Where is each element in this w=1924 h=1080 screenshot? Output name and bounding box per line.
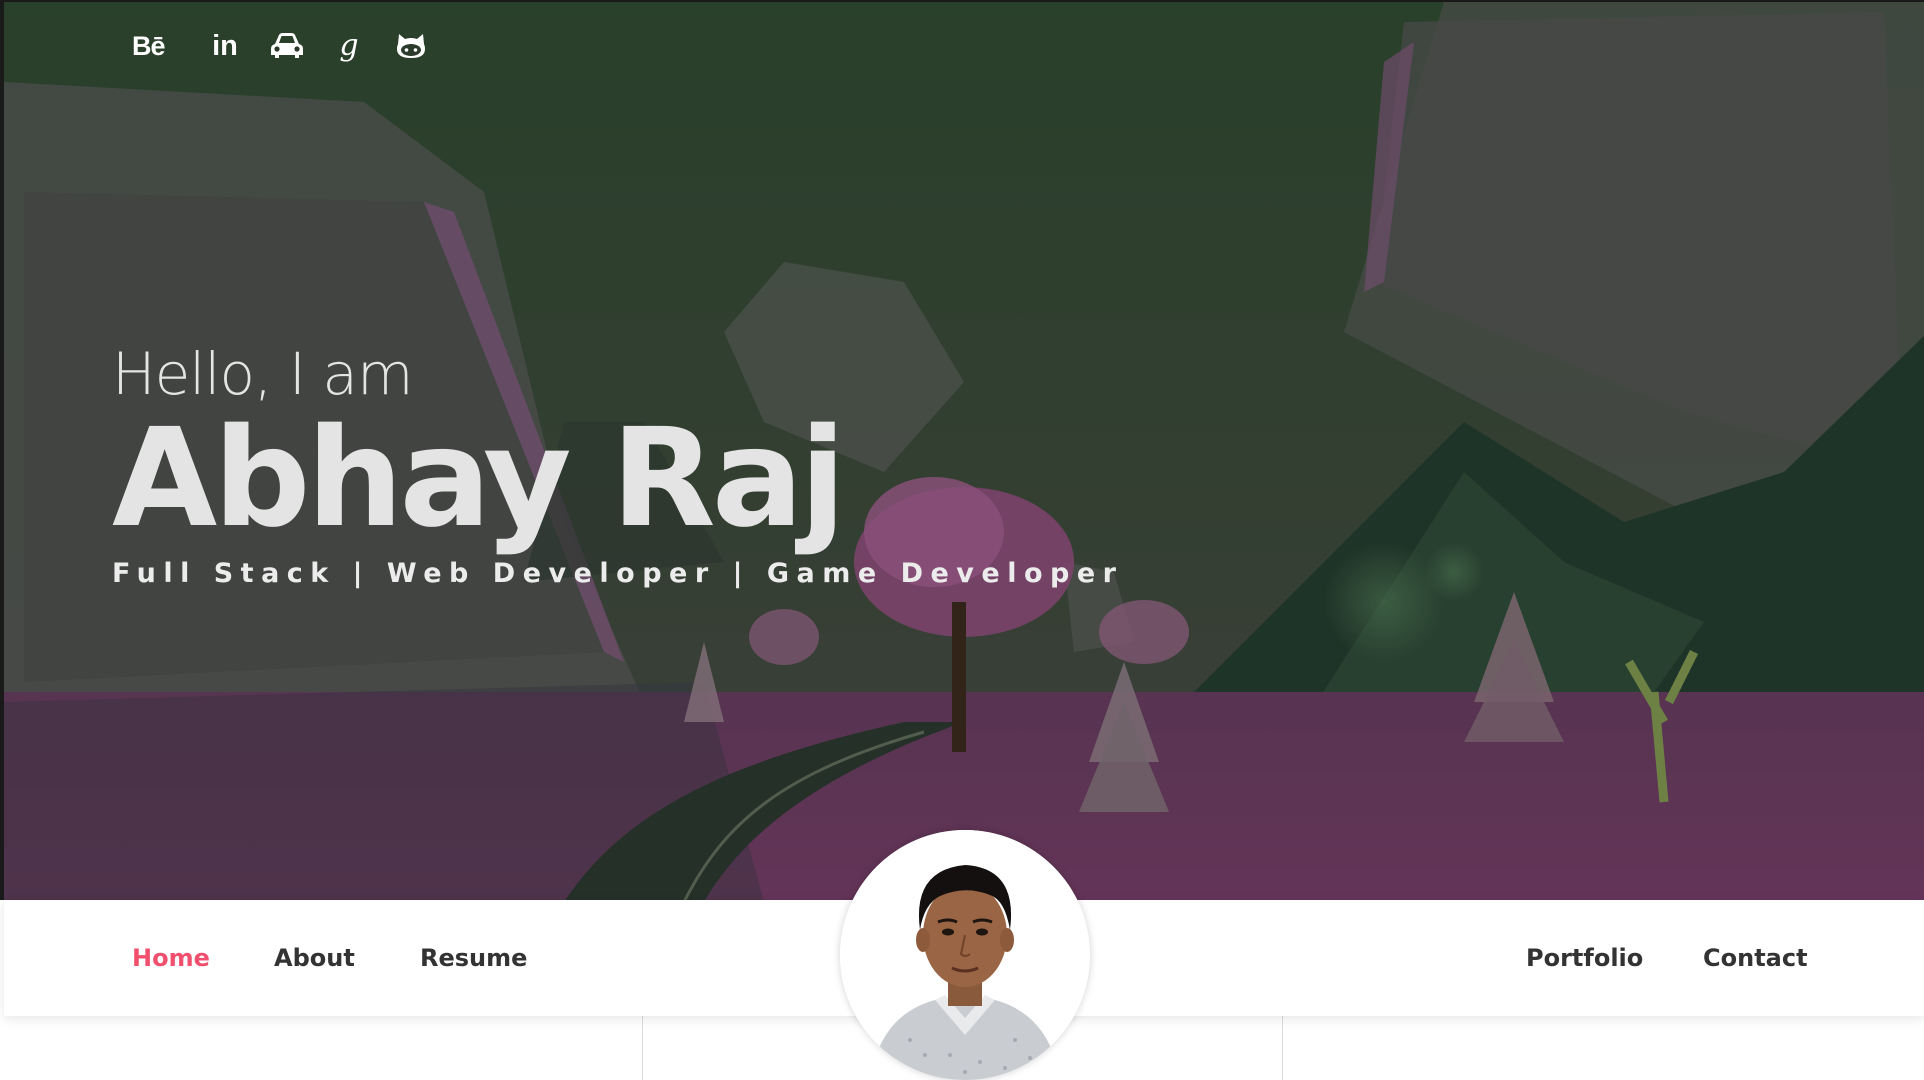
nav-about[interactable]: About — [274, 900, 355, 1016]
nav-home[interactable]: Home — [132, 900, 210, 1016]
nav-contact[interactable]: Contact — [1703, 900, 1808, 1016]
hero-section: Bē in g Hello, I am Abhay Raj Full Stack… — [0, 0, 1924, 900]
behance-icon: Bē — [132, 30, 166, 61]
linkedin-icon: in — [212, 29, 238, 62]
github-icon — [396, 33, 426, 59]
nav-resume[interactable]: Resume — [420, 900, 527, 1016]
profile-photo — [840, 830, 1090, 1080]
linkedin-link[interactable]: in — [194, 28, 256, 64]
profile-avatar[interactable] — [840, 830, 1090, 1080]
car-icon — [270, 32, 304, 60]
car-link[interactable] — [256, 28, 318, 64]
nav-portfolio[interactable]: Portfolio — [1526, 900, 1643, 1016]
intro-block: Hello, I am Abhay Raj Full Stack | Web D… — [112, 338, 1123, 589]
tagline-text: Full Stack | Web Developer | Game Develo… — [112, 558, 1124, 589]
column-divider — [1282, 1016, 1283, 1080]
google-icon: g — [339, 28, 359, 63]
behance-link[interactable]: Bē — [132, 28, 194, 64]
google-link[interactable]: g — [318, 28, 380, 64]
social-links: Bē in g — [132, 28, 442, 64]
github-link[interactable] — [380, 28, 442, 64]
page: Bē in g Hello, I am Abhay Raj Full Stack… — [0, 0, 1924, 1080]
column-divider — [642, 1016, 643, 1080]
name-heading: Abhay Raj — [112, 400, 846, 558]
